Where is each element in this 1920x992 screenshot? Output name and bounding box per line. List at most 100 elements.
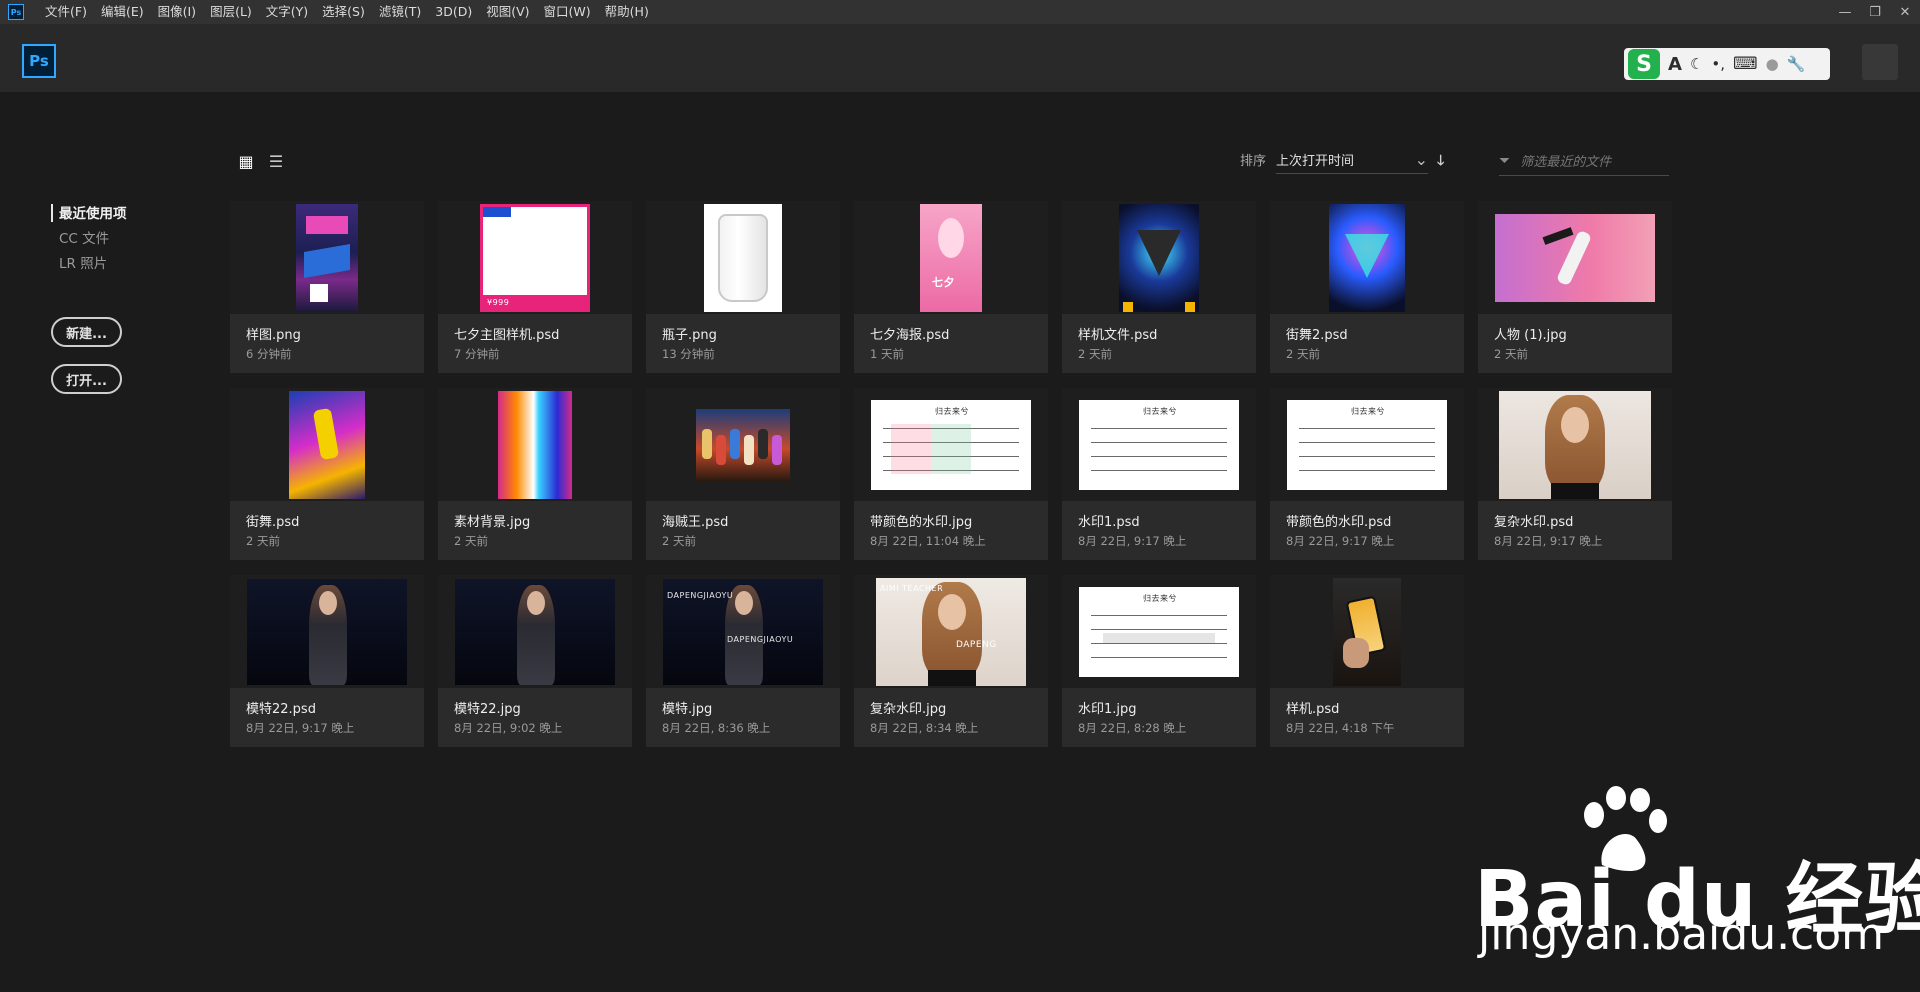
menu-item[interactable]: 视图(V) [479,0,536,24]
list-view-icon[interactable]: ☰ [268,152,284,171]
menu-item[interactable]: 编辑(E) [94,0,151,24]
menu-item[interactable]: 窗口(W) [537,0,598,24]
file-card[interactable]: 海贼王.psd 2 天前 [646,388,840,560]
thumb-shape [730,428,740,459]
staff-line [1299,427,1435,429]
view-toggle: ▦ ☰ [238,152,284,171]
file-info: 样图.png 6 分钟前 [230,314,424,373]
thumb-shape [1185,301,1195,312]
menu-item[interactable]: 3D(D) [428,0,479,24]
sort-dropdown[interactable]: 上次打开时间 ⌄ [1276,146,1428,174]
thumb-shape [1551,482,1599,499]
file-time: 8月 22日, 9:17 晚上 [1078,534,1187,548]
file-time: 2 天前 [1286,347,1320,361]
file-card[interactable]: 人物 (1).jpg 2 天前 [1478,201,1672,373]
sidebar-item-cc-files[interactable]: CC 文件 [51,229,127,254]
file-name: 街舞2.psd [1286,328,1348,343]
thumbnail-image [1119,203,1199,312]
thumb-shape [527,590,545,615]
filter-icon: ⏷ [1499,152,1511,169]
file-info: 水印1.psd 8月 22日, 9:17 晚上 [1062,501,1256,560]
close-button[interactable]: ✕ [1890,0,1920,24]
ps-logo[interactable]: Ps [22,44,56,78]
menu-item[interactable]: 图像(I) [151,0,203,24]
file-info: 海贼王.psd 2 天前 [646,501,840,560]
open-button[interactable]: 打开... [51,364,122,394]
thumbnail-area [1270,201,1464,314]
keyboard-icon[interactable]: ⌨ [1733,54,1758,74]
file-info: 街舞.psd 2 天前 [230,501,424,560]
file-card[interactable]: 模特22.jpg 8月 22日, 9:02 晚上 [438,575,632,747]
user-icon[interactable]: ● [1766,55,1779,73]
grid-view-icon[interactable]: ▦ [238,152,254,171]
thumb-shape [772,434,782,465]
menu-item[interactable]: 选择(S) [315,0,372,24]
menu-item[interactable]: 帮助(H) [598,0,656,24]
filter-input[interactable]: ⏷ 筛选最近的文件 [1499,146,1669,176]
thumb-shape [1137,229,1181,276]
file-card[interactable]: 样机.psd 8月 22日, 4:18 下午 [1270,575,1464,747]
thumbnail-image [1329,203,1405,312]
file-card[interactable]: AIMI TEACHER DAPENG 复杂水印.jpg 8月 22日, 8:34 晚… [854,575,1048,747]
thumb-shape [735,590,753,615]
sort-value: 上次打开时间 [1276,154,1355,169]
staff-line [1091,441,1227,443]
file-card[interactable]: 样图.png 6 分钟前 [230,201,424,373]
file-info: 素材背景.jpg 2 天前 [438,501,632,560]
thumb-shape [928,669,976,686]
thumbnail-image: ¥999 [480,203,590,312]
file-time: 7 分钟前 [454,347,500,361]
file-name: 瓶子.png [662,328,717,343]
file-card[interactable]: ¥999 七夕主图样机.psd 7 分钟前 [438,201,632,373]
ps-app-icon: Ps [8,4,24,20]
menu-item[interactable]: 文件(F) [38,0,94,24]
letter-a-icon[interactable]: A [1668,54,1682,75]
thumbnail-image: 七夕 [920,203,982,312]
minimize-button[interactable]: — [1830,0,1860,24]
file-card[interactable]: 街舞.psd 2 天前 [230,388,424,560]
file-name: 水印1.jpg [1078,702,1137,717]
thumb-text: 归去来兮 [935,406,969,416]
thumbnail-image [455,578,615,685]
file-card[interactable]: 归去来兮 带颜色的水印.psd 8月 22日, 9:17 晚上 [1270,388,1464,560]
account-avatar[interactable] [1862,44,1898,80]
file-card[interactable]: 归去来兮 带颜色的水印.jpg 8月 22日, 11:04 晚上 [854,388,1048,560]
file-info: 模特22.psd 8月 22日, 9:17 晚上 [230,688,424,747]
file-time: 2 天前 [1078,347,1112,361]
thumb-shape [312,407,340,460]
file-card[interactable]: 模特22.psd 8月 22日, 9:17 晚上 [230,575,424,747]
sidebar-item-recent[interactable]: 最近使用项 [51,204,127,229]
chevron-down-icon: ⌄ [1414,150,1428,169]
menu-item[interactable]: 图层(L) [203,0,259,24]
menu-items: 文件(F) 编辑(E) 图像(I) 图层(L) 文字(Y) 选择(S) 滤镜(T) 3D(D)… [38,0,656,24]
punctuation-icon[interactable]: •, [1711,55,1725,73]
staff-line [1299,441,1435,443]
new-button[interactable]: 新建... [51,317,122,347]
file-card[interactable]: 街舞2.psd 2 天前 [1270,201,1464,373]
sogou-icon[interactable]: S [1628,49,1660,79]
thumbnail-image [696,408,790,481]
thumbnail-image [1495,213,1655,302]
wrench-icon[interactable]: 🔧 [1787,55,1806,73]
file-card[interactable]: 瓶子.png 13 分钟前 [646,201,840,373]
menu-item[interactable]: 文字(Y) [259,0,315,24]
thumb-shape [1542,226,1574,245]
sidebar-item-lr-photos[interactable]: LR 照片 [51,254,127,279]
file-card[interactable]: 样机文件.psd 2 天前 [1062,201,1256,373]
restore-button[interactable]: ❐ [1860,0,1890,24]
file-name: 模特22.psd [246,702,316,717]
file-card[interactable]: 归去来兮 水印1.jpg 8月 22日, 8:28 晚上 [1062,575,1256,747]
sort-direction-arrow-icon[interactable]: 🡓 [1437,150,1444,174]
thumbnail-area [230,388,424,501]
moon-icon[interactable]: ☾ [1690,55,1703,73]
thumb-text: 七夕 [932,275,955,289]
file-card[interactable]: 归去来兮 水印1.psd 8月 22日, 9:17 晚上 [1062,388,1256,560]
menu-item[interactable]: 滤镜(T) [372,0,428,24]
sidebar-nav: 最近使用项 CC 文件 LR 照片 [51,204,127,279]
file-card[interactable]: DAPENGJIAOYU DAPENGJIAOYU 模特.jpg 8月 22日, 8:… [646,575,840,747]
file-card[interactable]: 素材背景.jpg 2 天前 [438,388,632,560]
file-card[interactable]: 复杂水印.psd 8月 22日, 9:17 晚上 [1478,388,1672,560]
file-card[interactable]: 七夕 七夕海报.psd 1 天前 [854,201,1048,373]
file-time: 2 天前 [454,534,488,548]
file-name: 样机.psd [1286,702,1340,717]
